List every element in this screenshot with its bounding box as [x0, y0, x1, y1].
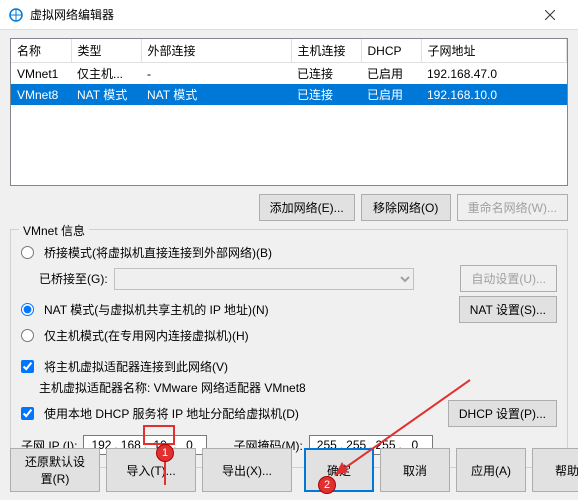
rename-network-button: 重命名网络(W)... [457, 194, 568, 221]
ok-button[interactable]: 确定 [304, 448, 374, 492]
hostonly-label: 仅主机模式(在专用网内连接虚拟机)(H) [44, 327, 249, 344]
nat-radio[interactable] [21, 303, 34, 316]
bridge-label: 桥接模式(将虚拟机直接连接到外部网络)(B) [44, 244, 272, 261]
bridge-select [114, 268, 414, 290]
export-button[interactable]: 导出(X)... [202, 448, 292, 492]
title-bar: 虚拟网络编辑器 [0, 0, 578, 30]
import-button[interactable]: 导入(T)... [106, 448, 196, 492]
network-table[interactable]: 名称 类型 外部连接 主机连接 DHCP 子网地址 VMnet1仅主机...-已… [10, 38, 568, 186]
bridge-radio[interactable] [21, 246, 34, 259]
dhcp-checkbox[interactable] [21, 407, 34, 420]
remove-network-button[interactable]: 移除网络(O) [361, 194, 451, 221]
col-ext[interactable]: 外部连接 [141, 39, 291, 63]
host-adapter-checkbox[interactable] [21, 360, 34, 373]
col-dhcp[interactable]: DHCP [361, 39, 421, 63]
window-title: 虚拟网络编辑器 [30, 6, 530, 23]
close-button[interactable] [530, 0, 570, 30]
hostonly-radio[interactable] [21, 329, 34, 342]
cancel-button[interactable]: 取消 [380, 448, 450, 492]
group-title: VMnet 信息 [19, 222, 89, 239]
table-row[interactable]: VMnet8NAT 模式NAT 模式已连接已启用192.168.10.0 [11, 84, 567, 105]
col-type[interactable]: 类型 [71, 39, 141, 63]
nat-settings-button[interactable]: NAT 设置(S)... [459, 296, 557, 323]
bridge-to-label: 已桥接至(G): [39, 270, 108, 287]
restore-defaults-button[interactable]: 还原默认设置(R) [10, 448, 100, 492]
vmnet-info-group: VMnet 信息 桥接模式(将虚拟机直接连接到外部网络)(B) 已桥接至(G):… [10, 229, 568, 468]
dialog-footer: 还原默认设置(R) 导入(T)... 导出(X)... 确定 取消 应用(A) … [10, 448, 568, 492]
dhcp-label: 使用本地 DHCP 服务将 IP 地址分配给虚拟机(D) [44, 405, 299, 422]
col-subnet[interactable]: 子网地址 [421, 39, 567, 63]
apply-button[interactable]: 应用(A) [456, 448, 526, 492]
nat-label: NAT 模式(与虚拟机共享主机的 IP 地址)(N) [44, 301, 269, 318]
host-adapter-name: 主机虚拟适配器名称: VMware 网络适配器 VMnet8 [39, 379, 306, 396]
add-network-button[interactable]: 添加网络(E)... [259, 194, 355, 221]
help-button[interactable]: 帮助 [532, 448, 578, 492]
col-host[interactable]: 主机连接 [291, 39, 361, 63]
app-icon [8, 7, 24, 23]
col-name[interactable]: 名称 [11, 39, 71, 63]
host-adapter-label: 将主机虚拟适配器连接到此网络(V) [44, 358, 228, 375]
auto-settings-button: 自动设置(U)... [460, 265, 557, 292]
dhcp-settings-button[interactable]: DHCP 设置(P)... [448, 400, 557, 427]
table-row[interactable]: VMnet1仅主机...-已连接已启用192.168.47.0 [11, 63, 567, 85]
